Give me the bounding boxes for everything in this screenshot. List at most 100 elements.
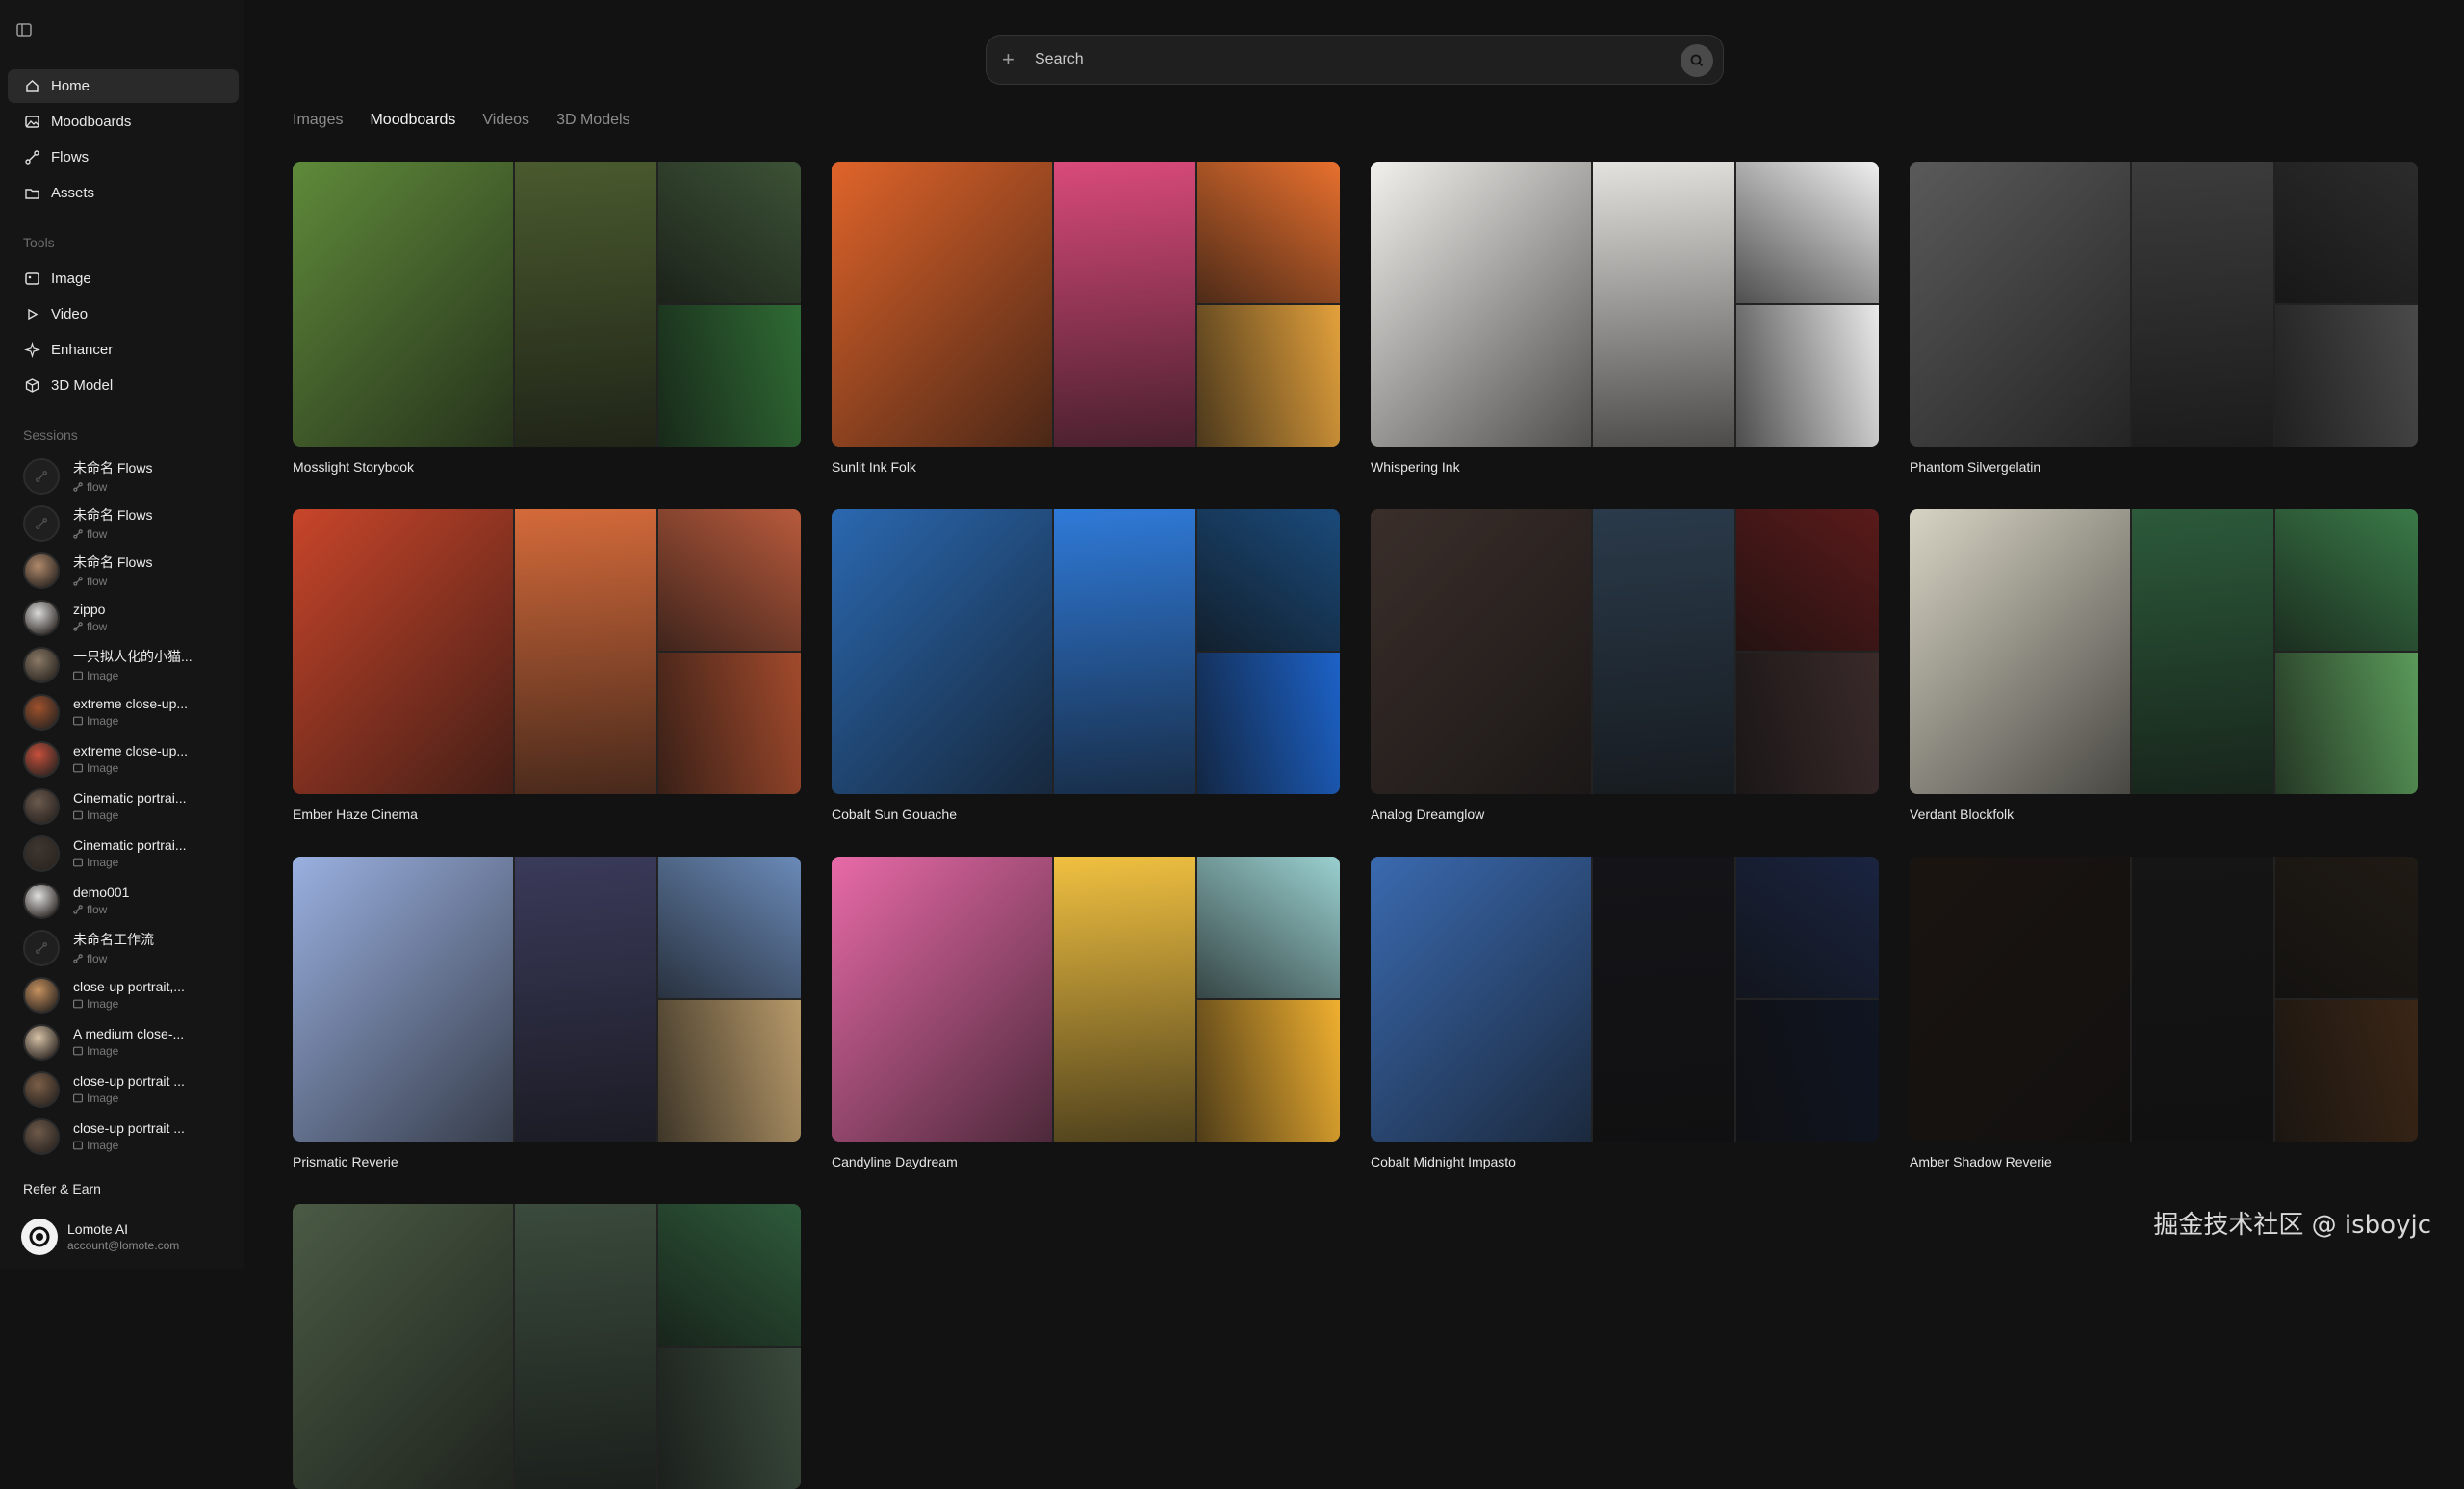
moodboard-card[interactable] bbox=[293, 1204, 801, 1489]
tab-moodboards[interactable]: Moodboards bbox=[370, 112, 455, 129]
session-title: Cinematic portrai... bbox=[73, 837, 187, 853]
moodboard-image bbox=[658, 1000, 801, 1142]
session-item[interactable]: 未命名工作流 flow bbox=[8, 924, 239, 971]
moodboard-card[interactable]: Verdant Blockfolk bbox=[1910, 509, 2418, 822]
moodboard-image bbox=[1736, 1000, 1879, 1142]
plus-icon[interactable]: + bbox=[1002, 49, 1021, 70]
moodboard-image bbox=[293, 1204, 513, 1489]
moodboard-image bbox=[2275, 509, 2418, 651]
tool-item-video[interactable]: Video bbox=[8, 297, 239, 331]
session-type-label: Image bbox=[87, 1139, 119, 1152]
sidebar-toggle-icon[interactable] bbox=[15, 21, 33, 39]
moodboard-title: Phantom Silvergelatin bbox=[1910, 459, 2041, 475]
session-type-label: Image bbox=[87, 856, 119, 869]
tool-item-image[interactable]: Image bbox=[8, 262, 239, 295]
session-title: zippo bbox=[73, 602, 106, 617]
moodboard-card[interactable]: Analog Dreamglow bbox=[1371, 509, 1879, 822]
session-title: close-up portrait ... bbox=[73, 1120, 185, 1136]
moodboard-card[interactable]: Ember Haze Cinema bbox=[293, 509, 801, 822]
moodboard-image bbox=[658, 857, 801, 998]
tab-images[interactable]: Images bbox=[293, 112, 343, 129]
session-item[interactable]: Cinematic portrai... Image bbox=[8, 830, 239, 877]
session-item[interactable]: close-up portrait ... Image bbox=[8, 1065, 239, 1113]
moodboard-image bbox=[1371, 509, 1591, 794]
session-type-label: flow bbox=[87, 527, 108, 541]
moodboard-card[interactable]: Phantom Silvergelatin bbox=[1910, 162, 2418, 475]
moodboard-image bbox=[1593, 857, 1734, 1142]
moodboard-card[interactable]: Amber Shadow Reverie bbox=[1910, 857, 2418, 1169]
moodboard-card[interactable]: Whispering Ink bbox=[1371, 162, 1879, 475]
session-item[interactable]: 未命名 Flows flow bbox=[8, 500, 239, 547]
account-name: Lomote AI bbox=[67, 1221, 129, 1237]
image-icon bbox=[73, 716, 83, 726]
session-item[interactable]: demo001 flow bbox=[8, 877, 239, 924]
session-type-label: Image bbox=[87, 669, 119, 682]
moodboard-title: Sunlit Ink Folk bbox=[832, 459, 916, 475]
session-item[interactable]: Cinematic portrai... Image bbox=[8, 783, 239, 830]
flow-icon bbox=[73, 482, 83, 492]
nav-item-flows[interactable]: Flows bbox=[8, 141, 239, 174]
session-thumbnail bbox=[23, 1117, 60, 1155]
account-menu[interactable]: Lomote AI account@lomote.com bbox=[21, 1219, 179, 1255]
flow-icon bbox=[73, 954, 83, 963]
tool-item-enhancer[interactable]: Enhancer bbox=[8, 333, 239, 367]
session-title: close-up portrait,... bbox=[73, 979, 185, 994]
content-tabs: Images Moodboards Videos 3D Models bbox=[293, 112, 657, 129]
tab-videos[interactable]: Videos bbox=[482, 112, 529, 129]
search-input[interactable] bbox=[1035, 51, 1651, 68]
moodboard-card[interactable]: Candyline Daydream bbox=[832, 857, 1340, 1169]
session-type-label: flow bbox=[87, 620, 108, 633]
moodboard-card[interactable]: Cobalt Midnight Impasto bbox=[1371, 857, 1879, 1169]
session-thumbnail bbox=[23, 504, 60, 542]
moodboard-card[interactable]: Prismatic Reverie bbox=[293, 857, 801, 1169]
logo-icon bbox=[29, 1226, 50, 1247]
session-thumbnail bbox=[23, 834, 60, 872]
moodboard-title: Whispering Ink bbox=[1371, 459, 1460, 475]
search-button[interactable] bbox=[1681, 44, 1713, 77]
moodboard-collage bbox=[1371, 857, 1879, 1142]
session-title: extreme close-up... bbox=[73, 696, 189, 711]
nav-item-assets[interactable]: Assets bbox=[8, 176, 239, 210]
session-item[interactable]: A medium close-... Image bbox=[8, 1018, 239, 1065]
session-title: extreme close-up... bbox=[73, 743, 189, 758]
moodboard-title: Candyline Daydream bbox=[832, 1154, 958, 1169]
moodboard-image bbox=[658, 653, 801, 794]
tool-item-3d-model[interactable]: 3D Model bbox=[8, 369, 239, 402]
session-type: Image bbox=[73, 669, 192, 682]
moodboard-card[interactable]: Mosslight Storybook bbox=[293, 162, 801, 475]
session-item[interactable]: close-up portrait ... Image bbox=[8, 1113, 239, 1160]
moodboard-image bbox=[658, 162, 801, 303]
moodboard-card[interactable]: Cobalt Sun Gouache bbox=[832, 509, 1340, 822]
session-item[interactable]: 一只拟人化的小猫... Image bbox=[8, 641, 239, 688]
moodboard-image bbox=[1593, 509, 1734, 794]
session-item[interactable]: 未命名 Flows flow bbox=[8, 452, 239, 500]
home-icon bbox=[24, 78, 40, 94]
session-thumbnail bbox=[23, 552, 60, 589]
nav-item-home[interactable]: Home bbox=[8, 69, 239, 103]
session-type-label: Image bbox=[87, 1044, 119, 1058]
moodboard-image bbox=[658, 509, 801, 651]
flow-icon bbox=[73, 622, 83, 631]
moodboard-image bbox=[1736, 653, 1879, 794]
flow-icon bbox=[36, 941, 47, 954]
session-item[interactable]: close-up portrait,... Image bbox=[8, 971, 239, 1018]
session-title: Cinematic portrai... bbox=[73, 790, 187, 806]
moodboard-image bbox=[1054, 162, 1195, 447]
moodboard-collage bbox=[1910, 857, 2418, 1142]
moodboard-image bbox=[1371, 162, 1591, 447]
session-item[interactable]: extreme close-up... Image bbox=[8, 688, 239, 735]
moodboard-image bbox=[1197, 1000, 1340, 1142]
moodboard-image bbox=[515, 509, 656, 794]
session-item[interactable]: extreme close-up... Image bbox=[8, 735, 239, 783]
nav-item-moodboards[interactable]: Moodboards bbox=[8, 105, 239, 139]
tab-3d-models[interactable]: 3D Models bbox=[556, 112, 629, 129]
moodboard-card[interactable]: Sunlit Ink Folk bbox=[832, 162, 1340, 475]
moodboard-image bbox=[1197, 653, 1340, 794]
session-type-label: Image bbox=[87, 761, 119, 775]
moodboard-image bbox=[2132, 857, 2273, 1142]
moodboard-image bbox=[1910, 162, 2130, 447]
session-item[interactable]: zippo flow bbox=[8, 594, 239, 641]
image-icon bbox=[73, 810, 83, 820]
session-item[interactable]: 未命名 Flows flow bbox=[8, 547, 239, 594]
refer-earn-link[interactable]: Refer & Earn bbox=[23, 1181, 101, 1196]
